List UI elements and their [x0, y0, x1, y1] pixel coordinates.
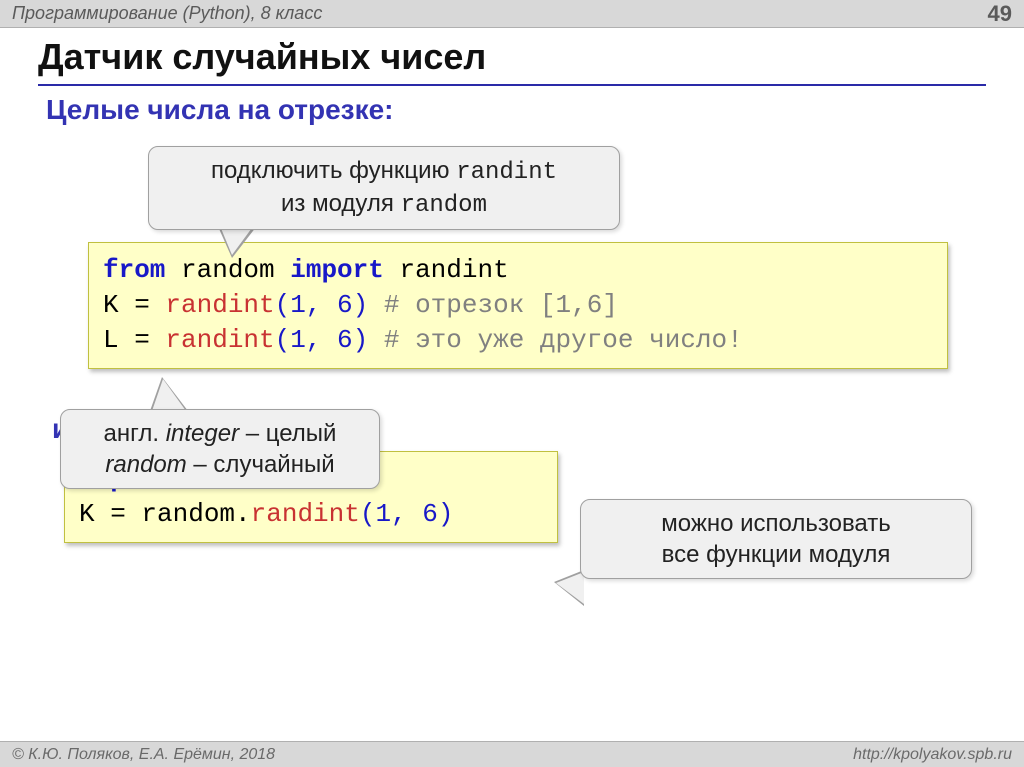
slide-header: Программирование (Python), 8 класс 49 — [0, 0, 1024, 28]
callout-tail — [556, 572, 584, 604]
callout-all-functions: можно использовать все функции модуля — [580, 499, 972, 579]
code-text: K = — [103, 290, 165, 320]
callout-connect: подключить функцию randint из модуля ran… — [148, 146, 620, 230]
slide-footer: © К.Ю. Поляков, Е.А. Ерёмин, 2018 http:/… — [0, 741, 1024, 767]
callout-ital: integer — [166, 420, 239, 447]
callout-ital: random — [105, 451, 186, 478]
callout-text: – целый — [239, 420, 336, 447]
callout-mono: randint — [456, 159, 557, 186]
section1-heading: Целые числа на отрезке: — [46, 94, 986, 126]
code-text: K = — [79, 499, 141, 529]
callout-text: – случайный — [187, 451, 335, 478]
kw-import: import — [290, 255, 384, 285]
comment: # отрезок [1,6] — [368, 290, 618, 320]
args: (1, 6) — [360, 499, 454, 529]
callout-text: можно использовать — [661, 510, 891, 537]
code-block-1: from random import randint K = randint(1… — [88, 242, 948, 369]
comment: # это уже другое число! — [368, 325, 742, 355]
fn-randint: randint — [165, 325, 274, 355]
code-text: L = — [103, 325, 165, 355]
copyright-text: © К.Ю. Поляков, Е.А. Ерёмин, 2018 — [12, 746, 275, 764]
page-number: 49 — [988, 1, 1012, 27]
code-text: randint — [384, 255, 509, 285]
callout-tail — [152, 379, 186, 411]
callout-text: из модуля — [281, 190, 401, 217]
callout-integer: англ. integer – целый random – случайный — [60, 409, 380, 489]
footer-url: http://kpolyakov.spb.ru — [853, 746, 1012, 764]
code-text: random — [165, 255, 290, 285]
slide-title: Датчик случайных чисел — [38, 36, 986, 86]
course-label: Программирование (Python), 8 класс — [12, 3, 322, 24]
args: (1, 6) — [275, 325, 369, 355]
fn-randint: randint — [251, 499, 360, 529]
code-text: random. — [141, 499, 250, 529]
callout-text: англ. — [104, 420, 166, 447]
callout-mono: random — [401, 192, 487, 219]
callout-text: все функции модуля — [662, 541, 891, 568]
fn-randint: randint — [165, 290, 274, 320]
args: (1, 6) — [275, 290, 369, 320]
kw-from: from — [103, 255, 165, 285]
callout-text: подключить функцию — [211, 157, 456, 184]
